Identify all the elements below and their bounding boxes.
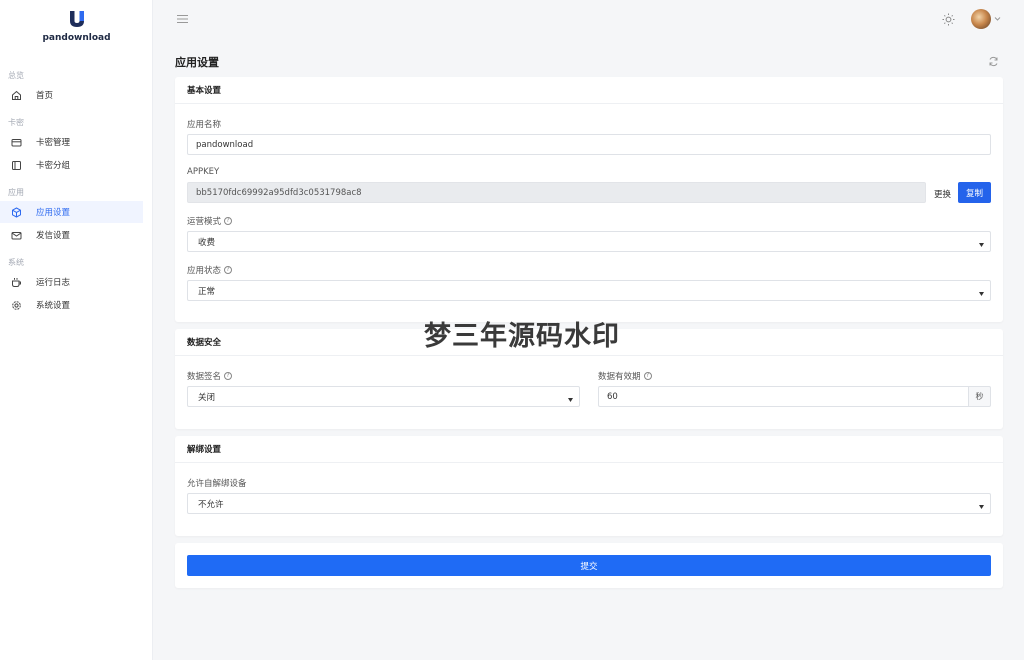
help-icon[interactable]: ?: [224, 217, 233, 225]
card-header: 基本设置: [175, 77, 1003, 104]
appkey-label: APPKEY: [187, 167, 220, 177]
sidebar-item-label: 卡密分组: [36, 161, 71, 171]
avatar[interactable]: [971, 9, 991, 29]
sidebar-item-card-group[interactable]: 卡密分组: [0, 154, 143, 176]
cube-icon: [11, 206, 22, 218]
watermark-text: 梦三年源码水印: [424, 321, 620, 352]
brand-logo[interactable]: pandownload: [0, 10, 153, 43]
sidebar-item-card-manage[interactable]: 卡密管理: [0, 131, 143, 153]
nav-section-card: 卡密: [8, 118, 24, 127]
sidebar-item-label: 系统设置: [36, 301, 71, 311]
replace-button[interactable]: 更换: [934, 188, 951, 200]
nav-section-overview: 总览: [8, 71, 24, 80]
caret-down-icon: [979, 502, 984, 509]
caret-down-icon: [979, 240, 984, 247]
mail-icon: [11, 230, 22, 241]
app-name-input[interactable]: pandownload: [187, 134, 991, 155]
validity-input[interactable]: 60: [598, 386, 969, 407]
sidebar-item-label: 应用设置: [36, 208, 71, 218]
allow-unbind-label: 允许自解绑设备: [187, 479, 247, 489]
nav-section-system: 系统: [8, 258, 24, 267]
mode-label: 运营模式: [187, 217, 222, 227]
validity-label: 数据有效期: [598, 372, 641, 382]
home-icon: [11, 90, 22, 101]
chevron-down-icon[interactable]: [994, 15, 1001, 21]
appkey-input[interactable]: bb5170fdc69992a95dfd3c0531798ac8: [187, 182, 926, 203]
refresh-icon[interactable]: [988, 56, 999, 67]
status-select-value: 正常: [198, 286, 216, 297]
copy-button[interactable]: 复制: [958, 182, 991, 203]
gear-icon: [11, 300, 22, 311]
sidebar-item-home[interactable]: 首页: [0, 84, 143, 106]
unbind-settings-card: 解绑设置: [175, 436, 1003, 536]
sign-select[interactable]: 关闭: [187, 386, 580, 407]
status-label-wrap: 应用状态?: [187, 264, 233, 276]
submit-button[interactable]: 提交: [187, 555, 991, 576]
app-name-label: 应用名称: [187, 120, 222, 130]
sidebar-item-label: 运行日志: [36, 278, 71, 288]
validity-unit: 秒: [969, 386, 991, 407]
caret-down-icon: [568, 395, 573, 402]
card-header: 解绑设置: [175, 436, 1003, 463]
validity-label-wrap: 数据有效期?: [598, 370, 652, 382]
brand-name: pandownload: [42, 33, 111, 43]
mode-label-wrap: 运营模式?: [187, 215, 233, 227]
sidebar-item-app-settings[interactable]: 应用设置: [0, 201, 143, 223]
sidebar-item-label: 卡密管理: [36, 138, 71, 148]
allow-unbind-select[interactable]: 不允许: [187, 493, 991, 514]
help-icon[interactable]: ?: [643, 372, 652, 380]
allow-unbind-value: 不允许: [198, 499, 224, 510]
sidebar-item-system-settings[interactable]: 系统设置: [0, 294, 143, 316]
page-title: 应用设置: [175, 56, 219, 69]
sign-label: 数据签名: [187, 372, 222, 382]
sidebar-item-mail-settings[interactable]: 发信设置: [0, 224, 143, 246]
topbar: [153, 0, 1024, 40]
sidebar-item-run-log[interactable]: 运行日志: [0, 271, 143, 293]
help-icon[interactable]: ?: [224, 266, 233, 274]
sidebar-item-label: 首页: [36, 91, 54, 101]
card-icon: [11, 137, 22, 148]
menu-icon[interactable]: [177, 14, 188, 24]
cup-icon: [11, 277, 22, 288]
sidebar-item-label: 发信设置: [36, 231, 71, 241]
status-label: 应用状态: [187, 266, 222, 276]
caret-down-icon: [979, 289, 984, 296]
sign-select-value: 关闭: [198, 392, 216, 403]
panel-icon: [11, 160, 22, 171]
logo-mark-icon: [68, 10, 86, 28]
mode-select-value: 收费: [198, 237, 216, 248]
help-icon[interactable]: ?: [224, 372, 233, 380]
theme-toggle-icon[interactable]: [942, 13, 955, 26]
nav-section-app: 应用: [8, 188, 24, 197]
sidebar: pandownload 总览 首页 卡密 卡密管理 卡密分组 应用 应用设置 发…: [0, 0, 153, 660]
status-select[interactable]: 正常: [187, 280, 991, 301]
mode-select[interactable]: 收费: [187, 231, 991, 252]
sign-label-wrap: 数据签名?: [187, 370, 233, 382]
